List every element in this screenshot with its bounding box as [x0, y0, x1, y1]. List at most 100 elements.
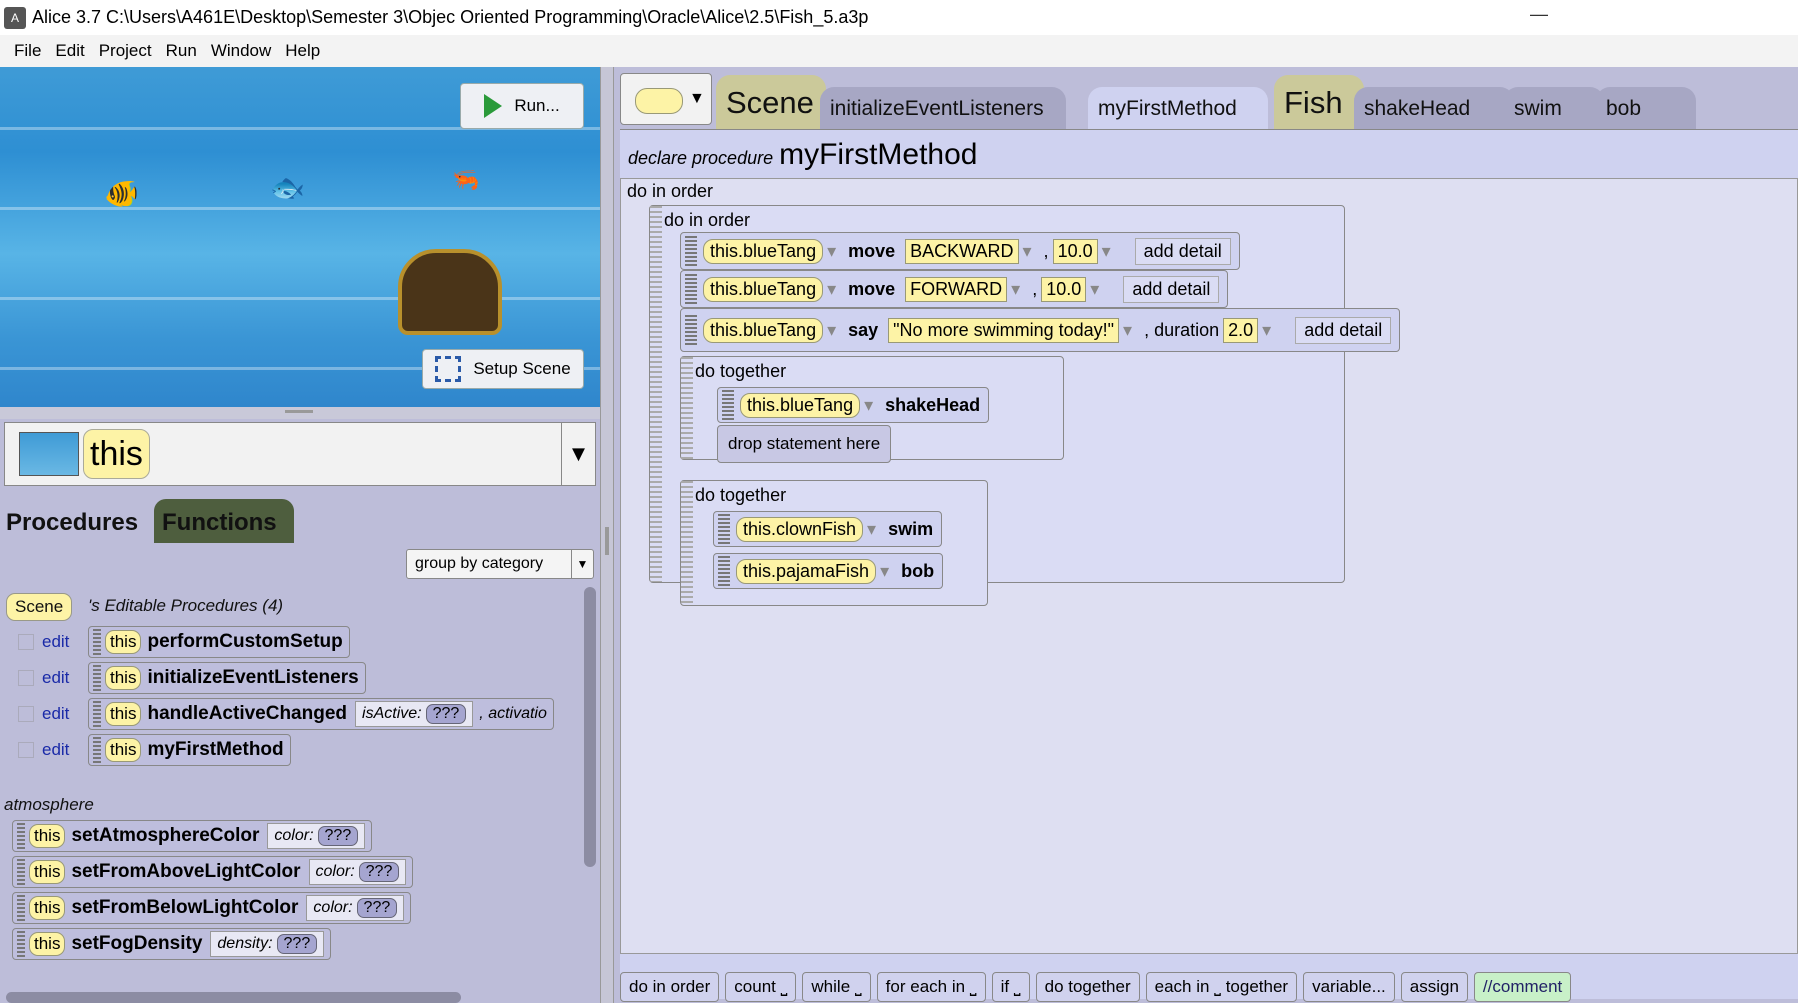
for-each-in-tile[interactable]: for each in ⎵ — [876, 972, 986, 1002]
dropdown-arrow-icon[interactable]: ▼ — [561, 423, 595, 485]
menu-help[interactable]: Help — [285, 41, 320, 61]
edit-link[interactable]: edit — [42, 740, 76, 760]
checkbox[interactable] — [18, 742, 34, 758]
do-in-order-block[interactable]: do in order this.blueTang ▾ move BACKWARD… — [649, 205, 1401, 606]
add-detail-button[interactable]: add detail — [1134, 237, 1231, 265]
menu-edit[interactable]: Edit — [55, 41, 84, 61]
object-pill[interactable]: this.blueTang — [740, 392, 861, 418]
param-slot[interactable]: color:??? — [308, 859, 407, 885]
param-slot[interactable]: isActive:??? — [355, 701, 474, 727]
param-slot[interactable]: color:??? — [306, 895, 405, 921]
do-together-tile[interactable]: do together — [1035, 972, 1140, 1002]
object-pill[interactable]: this.blueTang — [703, 276, 824, 302]
menu-window[interactable]: Window — [211, 41, 271, 61]
palette-horizontal-scrollbar[interactable] — [6, 992, 461, 1003]
clownfish-model[interactable]: 🐠 — [104, 177, 139, 210]
tab-swim[interactable]: swim — [1504, 87, 1604, 129]
split-divider[interactable] — [0, 407, 600, 419]
procedure-block[interactable]: this setFogDensity density:??? — [12, 928, 332, 960]
procedure-block[interactable]: this performCustomSetup — [88, 626, 350, 658]
edit-link[interactable]: edit — [42, 704, 76, 724]
panel-divider[interactable] — [600, 67, 614, 1003]
group-by-select[interactable]: group by category ▼ — [406, 549, 594, 579]
procedure-block[interactable]: this setFromAboveLightColor color:??? — [12, 856, 414, 888]
comment-tile[interactable]: //comment — [1473, 972, 1572, 1002]
amount-arg[interactable]: 10.0 — [1052, 238, 1098, 264]
direction-arg[interactable]: BACKWARD — [905, 238, 1019, 264]
this-pill: this — [105, 666, 142, 690]
assign-tile[interactable]: assign — [1400, 972, 1468, 1002]
procedure-block[interactable]: this setAtmosphereColor color:??? — [12, 820, 373, 852]
param-slot[interactable]: density:??? — [210, 931, 325, 957]
shake-head-statement[interactable]: this.blueTang ▾ shakeHead — [717, 387, 990, 423]
run-button[interactable]: Run... — [460, 83, 584, 129]
drop-statement-target[interactable]: drop statement here — [717, 425, 892, 463]
scene-view[interactable]: 🐠 🐟 🦐 Run... Setup Scene — [0, 67, 600, 407]
pajamafish-model[interactable]: 🦐 — [452, 167, 479, 193]
variable-tile[interactable]: variable... — [1303, 972, 1395, 1002]
minimize-button[interactable]: — — [1530, 4, 1548, 25]
procedure-block[interactable]: this initializeEventListeners — [88, 662, 366, 694]
move-backward-statement[interactable]: this.blueTang ▾ move BACKWARD ▾ , 10.0 ▾ ad… — [680, 232, 1240, 270]
tab-fish[interactable]: Fish — [1274, 75, 1364, 129]
checkbox[interactable] — [18, 670, 34, 686]
tab-shake-head[interactable]: shakeHead — [1354, 87, 1514, 129]
treasure-chest-model[interactable] — [398, 249, 502, 335]
param-value[interactable]: ??? — [356, 898, 398, 918]
instance-selector[interactable]: this ▼ — [4, 422, 596, 486]
say-statement[interactable]: this.blueTang ▾ say "No more swimming tod… — [680, 308, 1401, 352]
palette-vertical-scrollbar[interactable] — [584, 587, 596, 867]
add-detail-button[interactable]: add detail — [1123, 275, 1220, 303]
procedure-block[interactable]: this handleActiveChanged isActive:??? , act… — [88, 698, 554, 730]
edit-link[interactable]: edit — [42, 632, 76, 652]
do-together-block[interactable]: do together this.clownFish ▾ swim this.pa… — [680, 480, 988, 606]
object-pill[interactable]: this.blueTang — [703, 317, 824, 343]
checkbox[interactable] — [18, 634, 34, 650]
drag-grip-icon — [93, 665, 101, 691]
tab-my-first-method[interactable]: myFirstMethod — [1088, 87, 1268, 129]
checkbox[interactable] — [18, 706, 34, 722]
tab-functions[interactable]: Functions — [154, 499, 294, 543]
if-tile[interactable]: if ⎵ — [991, 972, 1030, 1002]
tab-scene[interactable]: Scene — [716, 75, 826, 129]
each-in-together-tile[interactable]: each in ⎵ together — [1145, 972, 1298, 1002]
direction-arg[interactable]: FORWARD — [905, 276, 1008, 302]
atmosphere-row: this setFromBelowLightColor color:??? — [12, 892, 412, 926]
param-value[interactable]: ??? — [425, 704, 467, 724]
drag-grip-icon — [685, 236, 697, 266]
edit-link[interactable]: edit — [42, 668, 76, 688]
param-value[interactable]: ??? — [358, 862, 400, 882]
tab-procedures[interactable]: Procedures — [0, 499, 150, 543]
object-pill[interactable]: this.pajamaFish — [736, 558, 877, 584]
swim-statement[interactable]: this.clownFish ▾ swim — [713, 511, 943, 547]
do-in-order-tile[interactable]: do in order — [620, 972, 720, 1002]
param-value[interactable]: ??? — [276, 934, 318, 954]
bob-statement[interactable]: this.pajamaFish ▾ bob — [713, 553, 944, 589]
tab-bob[interactable]: bob — [1596, 87, 1696, 129]
while-tile[interactable]: while ⎵ — [802, 972, 871, 1002]
duration-arg[interactable]: 2.0 — [1223, 317, 1259, 343]
menu-project[interactable]: Project — [99, 41, 152, 61]
count-tile[interactable]: count ⎵ — [725, 972, 797, 1002]
amount-arg[interactable]: 10.0 — [1041, 276, 1087, 302]
bluetang-model[interactable]: 🐟 — [270, 171, 305, 204]
do-together-block[interactable]: do together this.blueTang ▾ shakeHead dro… — [680, 356, 1064, 463]
add-detail-button[interactable]: add detail — [1295, 316, 1392, 344]
tab-initialize-event-listeners[interactable]: initializeEventListeners — [820, 87, 1066, 129]
drag-grip-icon — [685, 315, 697, 345]
block-grip — [650, 206, 662, 582]
atmosphere-row: this setFogDensity density:??? — [12, 928, 332, 962]
drag-grip-icon — [93, 629, 101, 655]
class-selector-button[interactable]: ▼ — [620, 73, 712, 125]
object-pill[interactable]: this.clownFish — [736, 516, 864, 542]
object-pill[interactable]: this.blueTang — [703, 238, 824, 264]
text-arg[interactable]: "No more swimming today!" — [888, 317, 1120, 343]
move-forward-statement[interactable]: this.blueTang ▾ move FORWARD ▾ , 10.0 ▾ add… — [680, 270, 1229, 308]
param-slot[interactable]: color:??? — [267, 823, 366, 849]
param-value[interactable]: ??? — [317, 826, 359, 846]
setup-scene-button[interactable]: Setup Scene — [422, 349, 584, 389]
procedure-block[interactable]: this setFromBelowLightColor color:??? — [12, 892, 412, 924]
menu-run[interactable]: Run — [166, 41, 197, 61]
procedure-block[interactable]: this myFirstMethod — [88, 734, 291, 766]
menu-file[interactable]: File — [14, 41, 41, 61]
